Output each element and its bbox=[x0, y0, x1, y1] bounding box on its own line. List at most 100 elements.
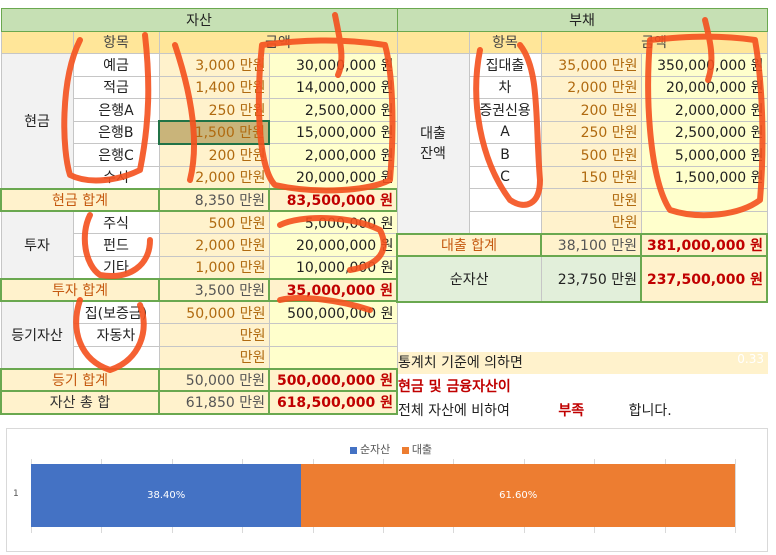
note-line2: 현금 및 금융자산이 bbox=[398, 379, 511, 395]
note-line3: 전체 자산에 비하여 부족 합니다. bbox=[398, 400, 672, 420]
invest-man[interactable]: 500 만원 bbox=[158, 210, 270, 234]
loan-man[interactable]: 250 만원 bbox=[540, 120, 642, 144]
loan-won[interactable]: 1,500,000 원 bbox=[640, 165, 768, 189]
loan-item[interactable]: 집대출 bbox=[468, 53, 542, 77]
cash-won[interactable]: 14,000,000 원 bbox=[268, 75, 398, 99]
loan-man[interactable]: 35,000 만원 bbox=[540, 53, 642, 77]
loan-total-won[interactable]: 381,000,000 원 bbox=[639, 232, 769, 257]
cash-item[interactable]: 예금 bbox=[72, 53, 160, 77]
invest-item[interactable]: 주식 bbox=[72, 210, 160, 234]
loan-total-label: 대출 합계 bbox=[396, 232, 542, 257]
assets-col-amount: 금액 bbox=[158, 30, 398, 54]
loan-group-line2: 잔액 bbox=[420, 146, 446, 163]
registered-won[interactable]: 500,000,000 원 bbox=[268, 300, 398, 324]
bar-segment-1[interactable]: 61.60% bbox=[301, 464, 735, 527]
invest-group-label: 투자 bbox=[0, 210, 74, 279]
liabilities-table: 부채 항목 금액 대출 잔액 집대출 35,000 만원 350,000,000… bbox=[396, 8, 769, 303]
cash-man[interactable]: 250 만원 bbox=[158, 98, 270, 122]
loan-won[interactable]: 2,000,000 원 bbox=[640, 98, 768, 122]
data-label: 61.60% bbox=[499, 490, 538, 501]
invest-total-label: 투자 합계 bbox=[0, 277, 160, 302]
loan-item[interactable]: 차 bbox=[468, 75, 542, 99]
registered-item[interactable]: 집(보증금) bbox=[72, 300, 160, 324]
loan-won[interactable]: 5,000,000 원 bbox=[640, 143, 768, 167]
cash-won[interactable]: 20,000,000 원 bbox=[268, 165, 398, 189]
loan-won[interactable]: 350,000,000 원 bbox=[640, 53, 768, 77]
loan-man[interactable]: 만원 bbox=[540, 210, 642, 234]
loan-total-man[interactable]: 38,100 만원 bbox=[540, 232, 642, 257]
registered-won[interactable] bbox=[268, 345, 398, 369]
cash-total-man[interactable]: 8,350 만원 bbox=[158, 187, 270, 212]
loan-man[interactable]: 만원 bbox=[540, 188, 642, 212]
assets-col-item: 항목 bbox=[72, 30, 160, 54]
bar-segment-0[interactable]: 38.40% bbox=[31, 464, 302, 527]
invest-won[interactable]: 20,000,000 원 bbox=[268, 233, 398, 257]
invest-total-man[interactable]: 3,500 만원 bbox=[158, 277, 270, 302]
loan-won[interactable]: 2,500,000 원 bbox=[640, 120, 768, 144]
registered-group-label: 등기자산 bbox=[0, 300, 74, 369]
loan-item[interactable]: B bbox=[468, 143, 542, 167]
registered-total-label: 등기 합계 bbox=[0, 367, 160, 392]
loan-man[interactable]: 150 만원 bbox=[540, 165, 642, 189]
assets-table: 자산 항목 금액 현금 예금 3,000 만원 30,000,000 원 적금 … bbox=[0, 8, 399, 415]
net-assets-label: 순자산 bbox=[396, 255, 542, 303]
cash-won[interactable]: 30,000,000 원 bbox=[268, 53, 398, 77]
cash-man[interactable]: 2,000 만원 bbox=[158, 165, 270, 189]
loan-man[interactable]: 2,000 만원 bbox=[540, 75, 642, 99]
registered-man[interactable]: 50,000 만원 bbox=[158, 300, 270, 324]
loan-won[interactable]: 20,000,000 원 bbox=[640, 75, 768, 99]
cash-item[interactable]: 은행B bbox=[72, 120, 160, 144]
asset-total-won[interactable]: 618,500,000 원 bbox=[267, 390, 399, 415]
category-label: 1 bbox=[13, 489, 19, 499]
cash-item[interactable]: 적금 bbox=[72, 75, 160, 99]
cash-man[interactable]: 1,400 만원 bbox=[158, 75, 270, 99]
loan-item[interactable]: C bbox=[468, 165, 542, 189]
liabilities-title: 부채 bbox=[396, 8, 768, 32]
loan-man[interactable]: 500 만원 bbox=[540, 143, 642, 167]
invest-total-won[interactable]: 35,000,000 원 bbox=[267, 277, 399, 302]
cash-man-selected[interactable]: 1,500 만원 bbox=[158, 120, 270, 145]
note-ratio-value[interactable]: 0.33 bbox=[737, 352, 764, 366]
invest-man[interactable]: 2,000 만원 bbox=[158, 233, 270, 257]
stacked-bar-chart[interactable]: 순자산 대출 1 38.40% 61.60% bbox=[6, 428, 768, 552]
liabilities-col-amount: 금액 bbox=[540, 30, 768, 54]
loan-item[interactable]: 증권신용 bbox=[468, 98, 542, 122]
net-assets-man[interactable]: 23,750 만원 bbox=[540, 255, 642, 303]
cash-won[interactable]: 15,000,000 원 bbox=[268, 120, 398, 144]
cash-item[interactable]: 은행C bbox=[72, 143, 160, 167]
invest-man[interactable]: 1,000 만원 bbox=[158, 255, 270, 279]
loan-won[interactable] bbox=[640, 188, 768, 212]
registered-total-won[interactable]: 500,000,000 원 bbox=[267, 367, 399, 392]
cash-man[interactable]: 200 만원 bbox=[158, 143, 270, 167]
loan-item[interactable]: A bbox=[468, 120, 542, 144]
registered-won[interactable] bbox=[268, 323, 398, 347]
cash-item[interactable]: 은행A bbox=[72, 98, 160, 122]
cash-man[interactable]: 3,000 만원 bbox=[158, 53, 270, 77]
net-assets-won[interactable]: 237,500,000 원 bbox=[639, 255, 769, 303]
plot-area: 38.40% 61.60% bbox=[31, 429, 736, 553]
liabilities-col-item: 항목 bbox=[468, 30, 542, 54]
loan-man[interactable]: 200 만원 bbox=[540, 98, 642, 122]
asset-total-man[interactable]: 61,850 만원 bbox=[158, 390, 270, 415]
cash-won[interactable]: 2,000,000 원 bbox=[268, 143, 398, 167]
registered-total-man[interactable]: 50,000 만원 bbox=[158, 367, 270, 392]
loan-won[interactable] bbox=[640, 210, 768, 234]
registered-item[interactable]: 자동차 bbox=[72, 323, 160, 347]
invest-item[interactable]: 기타 bbox=[72, 255, 160, 279]
loan-item[interactable] bbox=[468, 210, 542, 234]
registered-man[interactable]: 만원 bbox=[158, 345, 270, 369]
spreadsheet[interactable]: 자산 항목 금액 현금 예금 3,000 만원 30,000,000 원 적금 … bbox=[0, 0, 776, 430]
assets-title: 자산 bbox=[0, 8, 398, 32]
invest-item[interactable]: 펀드 bbox=[72, 233, 160, 257]
registered-man[interactable]: 만원 bbox=[158, 323, 270, 347]
data-label: 38.40% bbox=[147, 490, 186, 501]
cash-total-won[interactable]: 83,500,000 원 bbox=[267, 187, 399, 212]
loan-group-label: 대출 잔액 bbox=[396, 53, 470, 234]
invest-won[interactable]: 10,000,000 원 bbox=[268, 255, 398, 279]
registered-item[interactable] bbox=[72, 345, 160, 369]
cash-item[interactable]: 수시 bbox=[72, 165, 160, 189]
loan-item[interactable] bbox=[468, 188, 542, 212]
cash-won[interactable]: 2,500,000 원 bbox=[268, 98, 398, 122]
note-line1-row: 통계치 기준에 의하면 0.33 bbox=[398, 352, 768, 374]
invest-won[interactable]: 5,000,000 원 bbox=[268, 210, 398, 234]
